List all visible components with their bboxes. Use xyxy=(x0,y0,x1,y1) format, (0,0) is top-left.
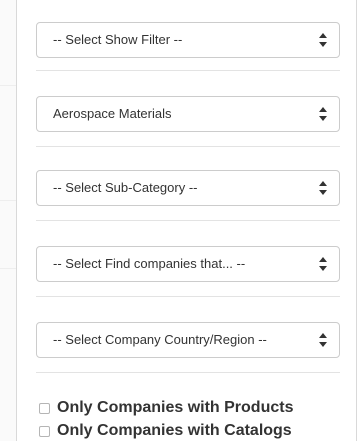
divider xyxy=(36,146,340,147)
up-down-chevron-icon xyxy=(319,33,327,47)
show-filter-select[interactable]: -- Select Show Filter -- xyxy=(36,22,340,58)
up-down-chevron-icon xyxy=(319,257,327,271)
divider xyxy=(36,70,340,71)
catalogs-checkbox[interactable] xyxy=(39,425,50,437)
country-region-select[interactable]: -- Select Company Country/Region -- xyxy=(36,322,340,358)
divider xyxy=(36,296,340,297)
products-checkbox-label[interactable]: Only Companies with Products xyxy=(57,399,293,417)
country-region-select-label: -- Select Company Country/Region -- xyxy=(53,332,267,347)
divider xyxy=(36,372,340,373)
catalogs-checkbox-label[interactable]: Only Companies with Catalogs xyxy=(57,422,292,440)
up-down-chevron-icon xyxy=(319,181,327,195)
gutter-line xyxy=(0,85,16,86)
sub-category-select-label: -- Select Sub-Category -- xyxy=(53,180,198,195)
category-select[interactable]: Aerospace Materials xyxy=(36,96,340,132)
category-select-label: Aerospace Materials xyxy=(53,106,172,121)
sub-category-select[interactable]: -- Select Sub-Category -- xyxy=(36,170,340,206)
products-checkbox[interactable] xyxy=(39,402,50,414)
find-companies-select-label: -- Select Find companies that... -- xyxy=(53,256,246,271)
up-down-chevron-icon xyxy=(319,107,327,121)
left-gutter xyxy=(0,0,16,441)
show-filter-select-label: -- Select Show Filter -- xyxy=(53,32,183,47)
up-down-chevron-icon xyxy=(319,333,327,347)
find-companies-select[interactable]: -- Select Find companies that... -- xyxy=(36,246,340,282)
catalogs-filter-row[interactable]: Only Companies with Catalogs xyxy=(39,421,292,441)
divider xyxy=(36,220,340,221)
gutter-line xyxy=(0,200,16,201)
filter-panel: -- Select Show Filter -- Aerospace Mater… xyxy=(16,0,357,441)
gutter-line xyxy=(0,268,16,269)
products-filter-row[interactable]: Only Companies with Products xyxy=(39,398,293,418)
